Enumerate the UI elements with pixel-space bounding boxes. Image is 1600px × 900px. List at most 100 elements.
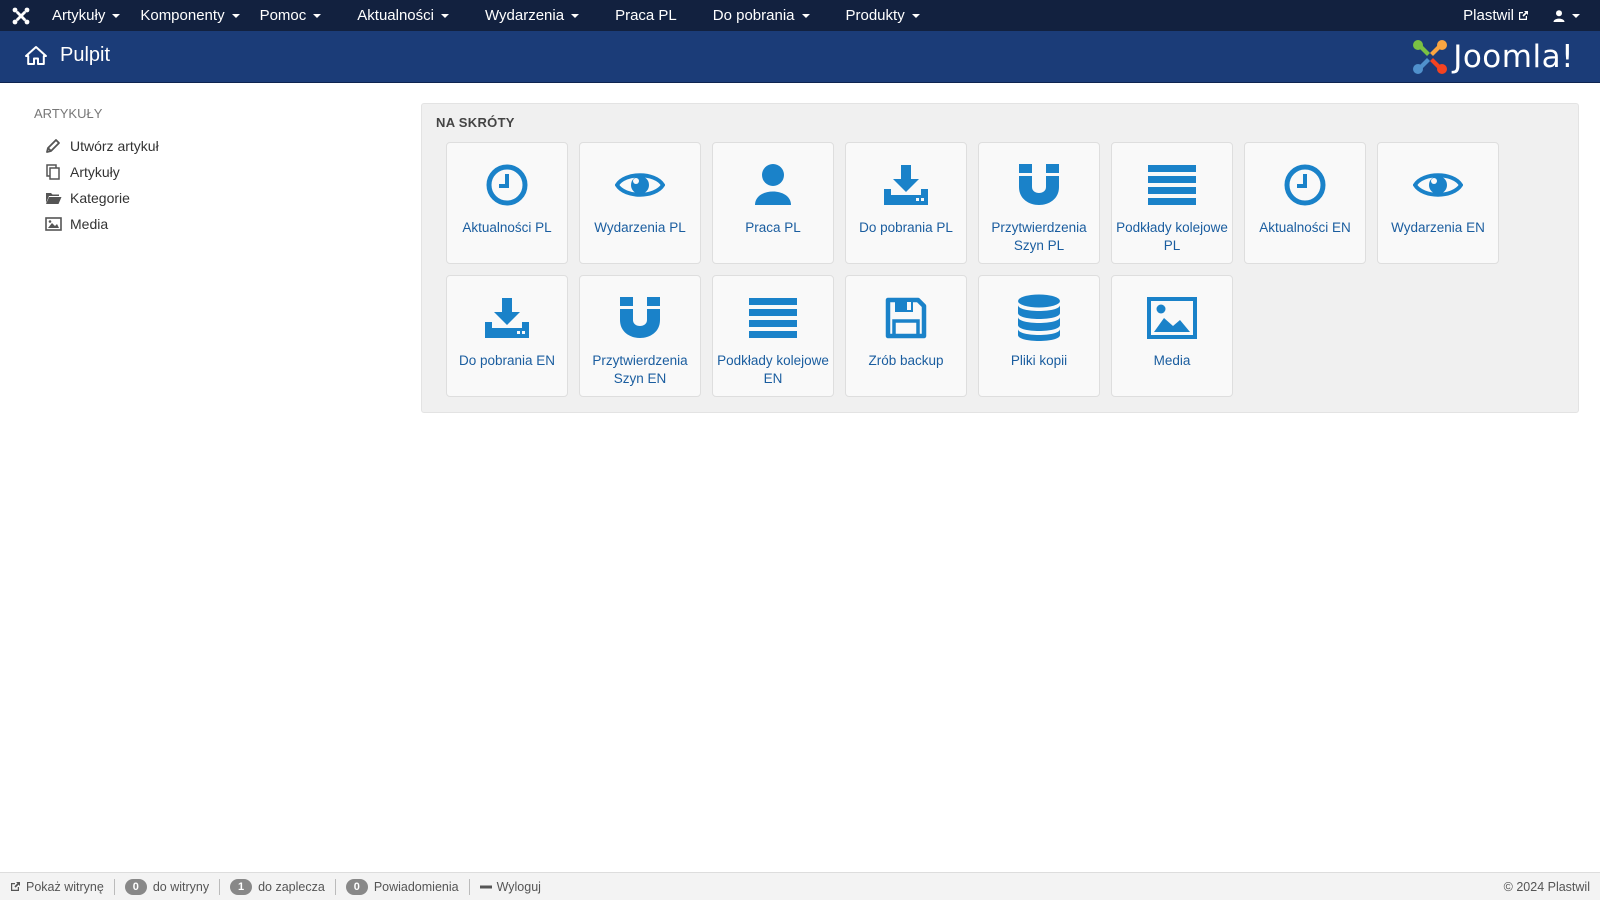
logout-link[interactable]: Wyloguj [470, 873, 551, 900]
shortcut-wydarzenia-en[interactable]: Wydarzenia EN [1377, 142, 1499, 264]
menu-komponenty[interactable]: Komponenty [130, 0, 249, 31]
page-title: Pulpit [60, 44, 111, 66]
page-header: Pulpit Joomla! [0, 31, 1600, 83]
caret-down-icon [231, 14, 240, 18]
menu-label: Pomoc [259, 7, 307, 24]
eye-icon [1378, 161, 1498, 209]
shortcut-przytwierdzenia-en[interactable]: Przytwierdzenia Szyn EN [579, 275, 701, 397]
status-bar: Pokaż witrynę 0 do witryny 1 do zaplecza… [0, 872, 1600, 900]
shortcut-aktualnosci-pl[interactable]: Aktualności PL [446, 142, 568, 264]
menu-artykuly[interactable]: Artykuły [42, 0, 130, 31]
shortcut-do-pobrania-pl[interactable]: Do pobrania PL [845, 142, 967, 264]
home-icon [25, 46, 47, 65]
shortcut-przytwierdzenia-pl[interactable]: Przytwierdzenia Szyn PL [978, 142, 1100, 264]
menu-label: Wydarzenia [484, 7, 565, 24]
sidebar-item-create-article[interactable]: Utwórz artykuł [34, 133, 334, 159]
list-icon [1112, 161, 1232, 209]
eye-icon [580, 161, 700, 209]
menu-do-pobrania[interactable]: Do pobrania [703, 0, 836, 31]
image-icon [44, 216, 62, 232]
admin-users-status[interactable]: 1 do zaplecza [220, 873, 335, 900]
joomla-brand-text: Joomla! [1453, 39, 1574, 75]
caret-down-icon [440, 14, 449, 18]
shortcut-wydarzenia-pl[interactable]: Wydarzenia PL [579, 142, 701, 264]
shortcut-media[interactable]: Media [1111, 275, 1233, 397]
shortcut-zrob-backup[interactable]: Zrób backup [845, 275, 967, 397]
top-navbar: Artykuły Komponenty Pomoc Aktualności Wy… [0, 0, 1600, 31]
shortcut-label: Aktualności EN [1259, 220, 1351, 235]
view-site-label: Pokaż witrynę [26, 879, 104, 894]
sidebar-item-categories[interactable]: Kategorie [34, 185, 334, 211]
copyright-text: © 2024 Plastwil [1503, 880, 1590, 894]
sidebar-item-label: Kategorie [70, 190, 130, 206]
shortcut-label: Przytwierdzenia Szyn PL [991, 220, 1087, 253]
menu-label: Praca PL [615, 7, 677, 24]
pencil-icon [44, 138, 62, 154]
messages-label: Powiadomienia [373, 879, 459, 894]
external-link-icon [11, 882, 20, 891]
clock-icon [1245, 161, 1365, 209]
menu-label: Do pobrania [712, 7, 795, 24]
shortcut-aktualnosci-en[interactable]: Aktualności EN [1244, 142, 1366, 264]
caret-down-icon [112, 14, 121, 18]
shortcut-praca-pl[interactable]: Praca PL [712, 142, 834, 264]
magnet-icon [580, 294, 700, 342]
joomla-logo-icon [1413, 40, 1448, 74]
menu-pomoc[interactable]: Pomoc [250, 0, 348, 31]
minus-icon [479, 885, 492, 888]
menu-aktualnosci[interactable]: Aktualności [347, 0, 475, 31]
view-site-link[interactable]: Pokaż witrynę [0, 873, 114, 900]
sidebar-heading: ARTYKUŁY [34, 106, 103, 121]
sidebar-item-label: Utwórz artykuł [70, 138, 159, 154]
logout-label: Wyloguj [496, 879, 541, 894]
caret-down-icon [801, 14, 810, 18]
shortcut-podklady-en[interactable]: Podkłady kolejowe EN [712, 275, 834, 397]
database-icon [979, 294, 1099, 342]
shortcuts-title: NA SKRÓTY [436, 115, 515, 130]
admin-users-badge: 1 [230, 878, 253, 895]
magnet-icon [979, 161, 1099, 209]
site-visitors-badge: 0 [124, 878, 147, 895]
folder-icon [44, 190, 62, 206]
joomla-menu-icon[interactable] [0, 0, 42, 31]
menu-label: Komponenty [140, 7, 225, 24]
user-icon [1553, 9, 1565, 22]
shortcut-label: Do pobrania EN [458, 353, 556, 368]
site-visitors-status[interactable]: 0 do witryny [115, 873, 219, 900]
messages-status[interactable]: 0 Powiadomienia [336, 873, 469, 900]
sidebar-item-media[interactable]: Media [34, 211, 334, 237]
copy-icon [44, 164, 62, 180]
user-icon [713, 161, 833, 209]
site-visitors-label: do witryny [152, 879, 210, 894]
messages-badge: 0 [345, 878, 368, 895]
sidebar-item-articles[interactable]: Artykuły [34, 159, 334, 185]
top-right-menu: Plastwil [1451, 0, 1600, 31]
shortcut-label: Podkłady kolejowe PL [1116, 220, 1228, 253]
clock-icon [447, 161, 567, 209]
shortcuts-panel: NA SKRÓTY Aktualności PL Wydarzenia PL P… [421, 103, 1579, 413]
external-link-icon [1519, 11, 1528, 20]
shortcut-do-pobrania-en[interactable]: Do pobrania EN [446, 275, 568, 397]
menu-wydarzenia[interactable]: Wydarzenia [475, 0, 605, 31]
sidebar-item-label: Media [70, 216, 109, 232]
shortcut-label: Aktualności PL [462, 220, 552, 235]
shortcut-pliki-kopii[interactable]: Pliki kopii [978, 275, 1100, 397]
joomla-logo: Joomla! [1411, 37, 1574, 77]
site-link[interactable]: Plastwil [1451, 0, 1541, 31]
user-menu[interactable] [1541, 0, 1600, 31]
sidebar-item-label: Artykuły [70, 164, 120, 180]
menu-produkty[interactable]: Produkty [836, 0, 930, 31]
menu-label: Artykuły [52, 7, 106, 24]
shortcut-label: Pliki kopii [1010, 353, 1068, 368]
menu-label: Aktualności [357, 7, 434, 24]
shortcut-label: Media [1153, 353, 1191, 368]
floppy-icon [846, 294, 966, 342]
shortcut-label: Zrób backup [868, 353, 944, 368]
menu-praca-pl[interactable]: Praca PL [605, 0, 703, 31]
shortcut-label: Praca PL [745, 220, 801, 235]
shortcut-podklady-pl[interactable]: Podkłady kolejowe PL [1111, 142, 1233, 264]
shortcut-label: Przytwierdzenia Szyn EN [592, 353, 688, 386]
caret-down-icon [313, 14, 322, 18]
shortcut-label: Podkłady kolejowe EN [717, 353, 829, 386]
shortcut-label: Wydarzenia PL [594, 220, 686, 235]
